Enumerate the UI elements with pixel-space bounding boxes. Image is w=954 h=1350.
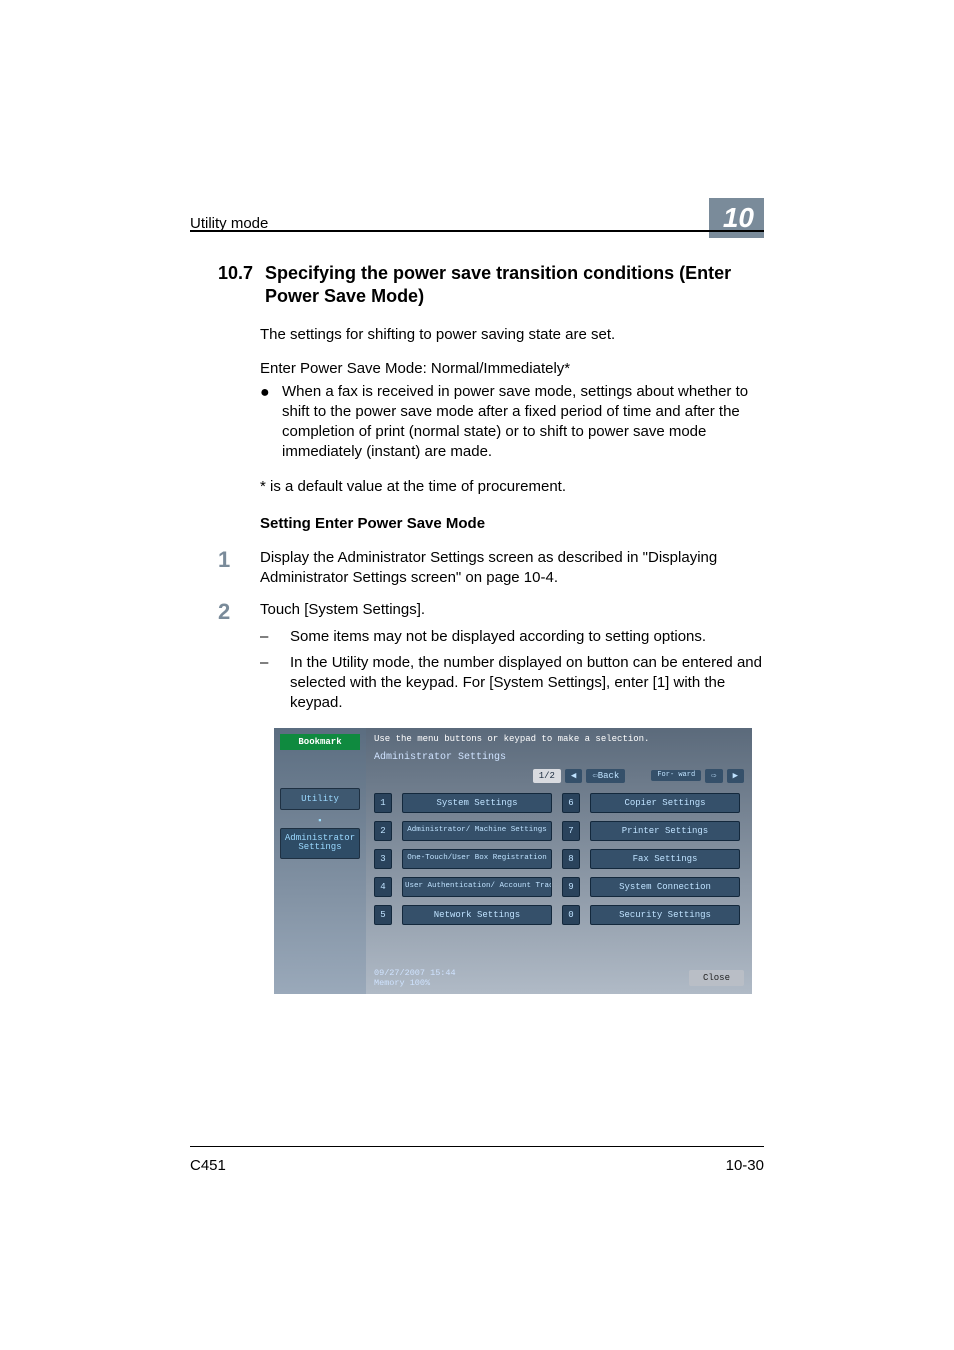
screenshot-title: Administrator Settings bbox=[374, 752, 744, 763]
dash-text: Some items may not be displayed accordin… bbox=[290, 627, 764, 647]
chapter-number-badge: 10 bbox=[709, 198, 764, 238]
separator-icon: ▪ bbox=[280, 816, 360, 826]
forward-label[interactable]: For- ward bbox=[651, 770, 701, 781]
step-text: Touch [System Settings]. bbox=[260, 600, 764, 620]
admin-machine-settings-button[interactable]: Administrator/ Machine Settings bbox=[402, 821, 552, 841]
admin-settings-screenshot: Bookmark Utility ▪ Administrator Setting… bbox=[274, 728, 752, 994]
system-connection-button[interactable]: System Connection bbox=[590, 877, 740, 897]
item-number[interactable]: 9 bbox=[562, 877, 580, 897]
running-header: Utility mode bbox=[190, 215, 268, 238]
dash-icon: – bbox=[260, 653, 290, 714]
item-number[interactable]: 7 bbox=[562, 821, 580, 841]
item-number[interactable]: 6 bbox=[562, 793, 580, 813]
default-note: * is a default value at the time of proc… bbox=[260, 477, 764, 497]
printer-settings-button[interactable]: Printer Settings bbox=[590, 821, 740, 841]
screenshot-nav: 1/2 ◀ ⇦Back For- ward ⇨ ▶ bbox=[374, 769, 744, 783]
item-number[interactable]: 8 bbox=[562, 849, 580, 869]
step-number: 2 bbox=[218, 600, 260, 713]
step-text: Display the Administrator Settings scree… bbox=[260, 548, 764, 589]
administrator-settings-button[interactable]: Administrator Settings bbox=[280, 828, 360, 860]
intro-paragraph: The settings for shifting to power savin… bbox=[260, 325, 764, 345]
item-number[interactable]: 2 bbox=[374, 821, 392, 841]
forward-arrow-icon[interactable]: ⇨ bbox=[705, 769, 722, 783]
screenshot-footer-info: 09/27/2007 15:44 Memory 100% bbox=[374, 968, 456, 988]
step-2: 2 Touch [System Settings]. – Some items … bbox=[218, 600, 764, 713]
security-settings-button[interactable]: Security Settings bbox=[590, 905, 740, 925]
screenshot-memory: Memory 100% bbox=[374, 978, 456, 988]
bookmark-tab[interactable]: Bookmark bbox=[280, 734, 360, 750]
step-1: 1 Display the Administrator Settings scr… bbox=[218, 548, 764, 589]
close-button[interactable]: Close bbox=[689, 970, 744, 986]
page-next-icon[interactable]: ▶ bbox=[727, 769, 744, 783]
utility-button[interactable]: Utility bbox=[280, 788, 360, 810]
page-prev-icon[interactable]: ◀ bbox=[565, 769, 582, 783]
section-number: 10.7 bbox=[218, 262, 260, 285]
onetouch-userbox-button[interactable]: One-Touch/User Box Registration bbox=[402, 849, 552, 869]
back-button[interactable]: ⇦Back bbox=[586, 769, 625, 783]
section-heading: 10.7 Specifying the power save transitio… bbox=[218, 262, 764, 307]
screenshot-instruction: Use the menu buttons or keypad to make a… bbox=[374, 734, 744, 744]
section-title: Specifying the power save transition con… bbox=[265, 262, 745, 307]
footer-page: 10-30 bbox=[726, 1157, 764, 1174]
copier-settings-button[interactable]: Copier Settings bbox=[590, 793, 740, 813]
dash-text: In the Utility mode, the number displaye… bbox=[290, 653, 764, 714]
system-settings-button[interactable]: System Settings bbox=[402, 793, 552, 813]
screenshot-datetime: 09/27/2007 15:44 bbox=[374, 968, 456, 978]
bullet-text: When a fax is received in power save mod… bbox=[282, 382, 764, 463]
user-auth-button[interactable]: User Authentication/ Account Track bbox=[402, 877, 552, 897]
screenshot-right-panel: Use the menu buttons or keypad to make a… bbox=[366, 728, 752, 994]
dash-icon: – bbox=[260, 627, 290, 647]
step-number: 1 bbox=[218, 548, 260, 589]
subheading: Setting Enter Power Save Mode bbox=[260, 515, 764, 532]
fax-settings-button[interactable]: Fax Settings bbox=[590, 849, 740, 869]
bullet-dot-icon: ● bbox=[260, 382, 282, 463]
settings-grid: 1 System Settings 6 Copier Settings 2 Ad… bbox=[374, 793, 744, 925]
header-rule bbox=[190, 230, 764, 232]
screenshot-left-panel: Bookmark Utility ▪ Administrator Setting… bbox=[274, 728, 366, 994]
network-settings-button[interactable]: Network Settings bbox=[402, 905, 552, 925]
item-number[interactable]: 4 bbox=[374, 877, 392, 897]
mode-line: Enter Power Save Mode: Normal/Immediatel… bbox=[260, 359, 764, 379]
footer-model: C451 bbox=[190, 1157, 226, 1174]
page-indicator: 1/2 bbox=[533, 769, 561, 783]
item-number[interactable]: 5 bbox=[374, 905, 392, 925]
item-number[interactable]: 0 bbox=[562, 905, 580, 925]
item-number[interactable]: 1 bbox=[374, 793, 392, 813]
item-number[interactable]: 3 bbox=[374, 849, 392, 869]
